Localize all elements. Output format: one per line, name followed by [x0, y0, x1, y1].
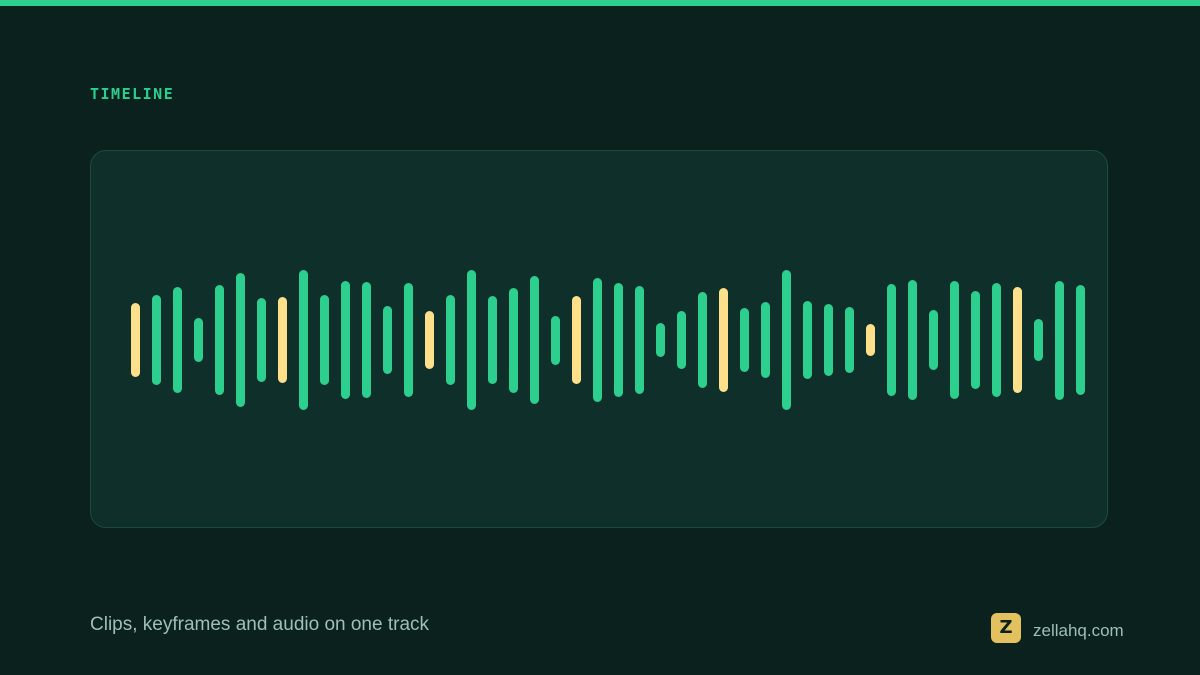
audio-waveform-bar	[698, 291, 707, 389]
brand[interactable]: Z zellahq.com	[991, 613, 1124, 643]
audio-waveform-bar	[509, 287, 518, 393]
audio-waveform-bar	[299, 270, 308, 410]
audio-waveform-bar	[404, 283, 413, 397]
brand-logo-icon: Z	[991, 613, 1021, 643]
keyframe-marker-bar	[719, 288, 728, 392]
audio-waveform-bar	[824, 304, 833, 376]
keyframe-marker-bar	[425, 311, 434, 369]
audio-waveform-bar	[845, 307, 854, 373]
audio-waveform-bar	[236, 272, 245, 408]
audio-waveform-bar	[656, 323, 665, 357]
audio-waveform-bar	[551, 315, 560, 365]
audio-waveform-bar	[950, 281, 959, 399]
top-accent-bar	[0, 0, 1200, 6]
timeline-panel	[90, 150, 1108, 528]
audio-waveform-bar	[971, 291, 980, 389]
audio-waveform-bar	[446, 295, 455, 385]
audio-waveform-bar	[341, 281, 350, 399]
keyframe-marker-bar	[572, 295, 581, 385]
audio-waveform-bar	[467, 270, 476, 410]
audio-waveform-bar	[761, 302, 770, 378]
audio-waveform-bar	[1034, 319, 1043, 361]
audio-waveform-bar	[929, 309, 938, 371]
audio-waveform-bar	[1055, 280, 1064, 400]
audio-waveform-bar	[215, 284, 224, 396]
keyframe-marker-bar	[866, 323, 875, 357]
audio-waveform-bar	[320, 295, 329, 385]
audio-waveform	[91, 151, 1109, 529]
audio-waveform-bar	[887, 284, 896, 396]
audio-waveform-bar	[152, 295, 161, 385]
audio-waveform-bar	[173, 286, 182, 394]
audio-waveform-bar	[614, 283, 623, 397]
audio-waveform-bar	[635, 286, 644, 394]
audio-waveform-bar	[488, 295, 497, 385]
audio-waveform-bar	[362, 281, 371, 399]
audio-waveform-bar	[194, 317, 203, 363]
audio-waveform-bar	[803, 300, 812, 380]
audio-waveform-bar	[1076, 284, 1085, 396]
keyframe-marker-bar	[1013, 286, 1022, 394]
caption: Clips, keyframes and audio on one track	[90, 614, 430, 635]
audio-waveform-bar	[593, 277, 602, 403]
brand-logo-letter: Z	[999, 617, 1013, 638]
audio-waveform-bar	[383, 305, 392, 375]
keyframe-marker-bar	[278, 297, 287, 383]
audio-waveform-bar	[908, 279, 917, 401]
audio-waveform-bar	[782, 270, 791, 410]
brand-website-link[interactable]: zellahq.com	[1033, 621, 1124, 641]
audio-waveform-bar	[740, 307, 749, 373]
audio-waveform-bar	[677, 311, 686, 369]
audio-waveform-bar	[257, 298, 266, 382]
section-label: TIMELINE	[90, 85, 175, 103]
audio-waveform-bar	[992, 283, 1001, 397]
audio-waveform-bar	[530, 276, 539, 404]
keyframe-marker-bar	[131, 302, 140, 378]
